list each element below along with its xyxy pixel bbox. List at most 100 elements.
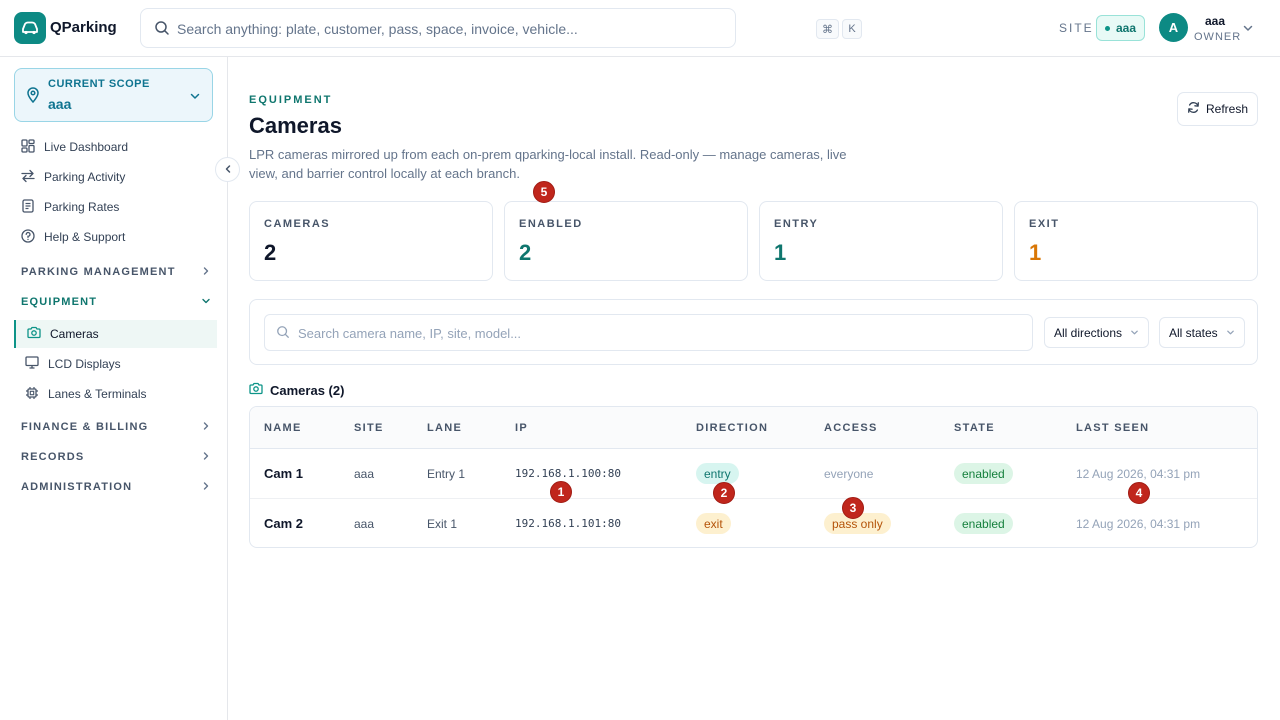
annotation-marker-4: 4 xyxy=(1128,482,1150,504)
search-placeholder: Search camera name, IP, site, model... xyxy=(298,326,522,341)
section-label: EQUIPMENT xyxy=(21,296,98,308)
scope-label: CURRENT SCOPE xyxy=(48,78,150,90)
column-header-last-seen[interactable]: LAST SEEN xyxy=(1076,422,1149,434)
stat-label: ENTRY xyxy=(774,218,819,230)
column-header-state[interactable]: STATE xyxy=(954,422,995,434)
select-value: All states xyxy=(1169,325,1218,340)
chevron-down-icon xyxy=(189,89,201,107)
status-dot-icon xyxy=(1105,25,1110,31)
stat-card-entry: ENTRY 1 xyxy=(759,201,1003,281)
chevron-right-icon xyxy=(201,481,211,494)
last-seen: 12 Aug 2026, 04:31 pm xyxy=(1076,517,1201,531)
brand-name[interactable]: QParking xyxy=(50,19,117,36)
column-header-site[interactable]: SITE xyxy=(354,422,384,434)
annotation-marker-1: 1 xyxy=(550,481,572,503)
state-badge: enabled xyxy=(954,463,1013,484)
sidebar: CURRENT SCOPE aaa Live Dashboard Parking… xyxy=(0,57,228,720)
sidebar-item-cameras[interactable]: Cameras xyxy=(14,320,217,348)
sidebar-item-label: Parking Activity xyxy=(44,170,126,184)
arrows-exchange-icon xyxy=(21,169,35,186)
camera-name[interactable]: Cam 1 xyxy=(264,466,303,481)
annotation-marker-2: 2 xyxy=(713,482,735,504)
search-icon xyxy=(154,20,170,41)
sidebar-item-label: LCD Displays xyxy=(48,357,121,371)
section-label: PARKING MANAGEMENT xyxy=(21,266,176,278)
sidebar-item-lcd-displays[interactable]: LCD Displays xyxy=(14,350,217,378)
camera-icon xyxy=(27,326,41,342)
sidebar-section-parking-management[interactable]: PARKING MANAGEMENT xyxy=(21,262,211,282)
sidebar-section-records[interactable]: RECORDS xyxy=(21,447,211,467)
direction-badge: entry xyxy=(696,463,739,484)
state-select[interactable]: All states xyxy=(1159,317,1245,348)
car-logo-icon[interactable] xyxy=(14,12,46,44)
refresh-button[interactable]: Refresh xyxy=(1177,92,1258,126)
column-header-ip[interactable]: IP xyxy=(515,422,528,434)
stat-value: 1 xyxy=(1029,240,1042,265)
camera-icon xyxy=(249,382,263,398)
column-header-direction[interactable]: DIRECTION xyxy=(696,422,768,434)
annotation-marker-5: 5 xyxy=(533,181,555,203)
table-row[interactable]: Cam 1 aaa Entry 1 192.168.1.100:80 entry… xyxy=(250,449,1257,499)
dashboard-icon xyxy=(21,138,35,156)
table-row[interactable]: Cam 2 aaa Exit 1 192.168.1.101:80 exit p… xyxy=(250,499,1257,547)
chevron-down-icon xyxy=(1130,326,1139,340)
access-value: everyone xyxy=(824,467,874,481)
help-circle-icon xyxy=(21,228,35,246)
direction-select[interactable]: All directions xyxy=(1044,317,1150,348)
stat-label: CAMERAS xyxy=(264,218,331,230)
chevron-right-icon xyxy=(201,266,211,279)
section-label: RECORDS xyxy=(21,451,85,463)
cameras-table: NAME SITE LANE IP DIRECTION ACCESS STATE… xyxy=(249,406,1258,548)
stat-value: 1 xyxy=(774,240,787,265)
camera-search-input[interactable]: Search camera name, IP, site, model... xyxy=(264,314,1033,351)
stat-label: EXIT xyxy=(1029,218,1060,230)
stat-card-enabled: ENABLED 2 xyxy=(504,201,748,281)
sidebar-item-label: Cameras xyxy=(50,327,99,341)
sidebar-item-lanes-terminals[interactable]: Lanes & Terminals xyxy=(14,380,217,408)
camera-site: aaa xyxy=(354,467,375,481)
stat-label: ENABLED xyxy=(519,218,583,230)
table-title: Cameras (2) xyxy=(249,381,344,399)
column-header-lane[interactable]: LANE xyxy=(427,422,462,434)
sidebar-item-label: Lanes & Terminals xyxy=(48,387,147,401)
state-badge: enabled xyxy=(954,513,1013,534)
stat-value: 2 xyxy=(519,240,532,265)
shortcut-k-key: K xyxy=(842,19,862,39)
column-header-access[interactable]: ACCESS xyxy=(824,422,878,434)
section-label: FINANCE & BILLING xyxy=(21,421,149,433)
search-placeholder: Search anything: plate, customer, pass, … xyxy=(177,21,578,37)
section-label: ADMINISTRATION xyxy=(21,481,133,493)
chevron-left-icon xyxy=(223,161,233,179)
scope-selector[interactable]: CURRENT SCOPE aaa xyxy=(14,68,213,122)
annotation-marker-3: 3 xyxy=(842,497,864,519)
sidebar-section-administration[interactable]: ADMINISTRATION xyxy=(21,477,211,497)
sidebar-item-label: Help & Support xyxy=(44,230,126,244)
sidebar-item-parking-rates[interactable]: Parking Rates xyxy=(14,193,217,221)
sidebar-item-parking-activity[interactable]: Parking Activity xyxy=(14,163,217,191)
shortcut-cmd-key: ⌘ xyxy=(816,19,839,39)
sidebar-section-finance-billing[interactable]: FINANCE & BILLING xyxy=(21,417,211,437)
page-description: LPR cameras mirrored up from each on-pre… xyxy=(249,147,847,181)
sidebar-item-live-dashboard[interactable]: Live Dashboard xyxy=(14,133,217,161)
sidebar-collapse-button[interactable] xyxy=(215,157,240,182)
chevron-down-icon[interactable] xyxy=(1242,21,1254,39)
refresh-icon xyxy=(1187,101,1200,117)
top-bar: QParking Search anything: plate, custome… xyxy=(0,0,1280,57)
site-value: aaa xyxy=(1116,21,1137,35)
search-icon xyxy=(276,325,290,344)
sidebar-section-equipment[interactable]: EQUIPMENT xyxy=(21,292,211,312)
receipt-icon xyxy=(21,198,35,216)
global-search-input[interactable]: Search anything: plate, customer, pass, … xyxy=(140,8,862,48)
user-name[interactable]: aaa xyxy=(1205,14,1225,28)
last-seen: 12 Aug 2026, 04:31 pm xyxy=(1076,467,1201,481)
sidebar-item-label: Live Dashboard xyxy=(44,140,129,154)
filter-bar: Search camera name, IP, site, model... A… xyxy=(249,299,1258,365)
camera-name[interactable]: Cam 2 xyxy=(264,516,303,531)
stat-card-cameras: CAMERAS 2 xyxy=(249,201,493,281)
avatar[interactable]: A xyxy=(1159,13,1188,42)
site-badge[interactable]: aaa xyxy=(1096,15,1146,41)
site-label: SITE xyxy=(1059,21,1094,35)
column-header-name[interactable]: NAME xyxy=(264,422,302,434)
refresh-label: Refresh xyxy=(1205,102,1249,116)
sidebar-item-help-support[interactable]: Help & Support xyxy=(14,223,217,251)
